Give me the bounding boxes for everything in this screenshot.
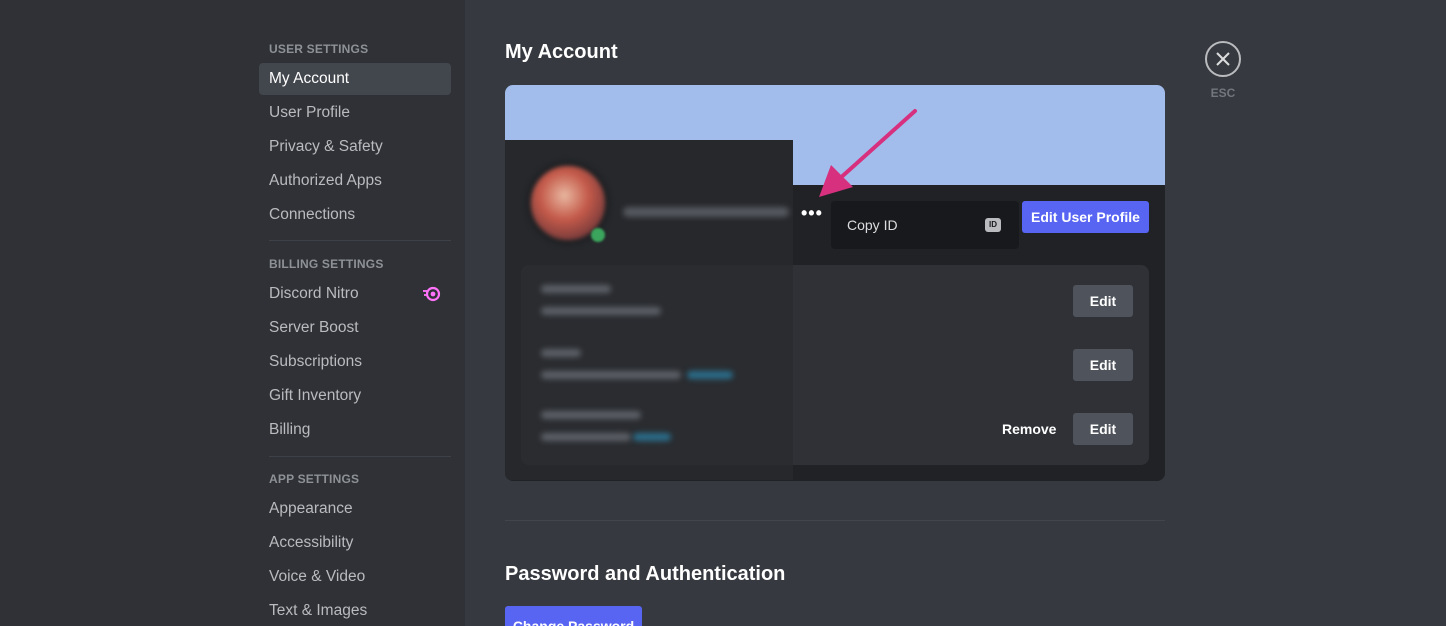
sidebar-item-billing[interactable]: Billing	[259, 414, 451, 446]
page-title: My Account	[505, 41, 618, 63]
sidebar-item-voice-video[interactable]: Voice & Video	[259, 561, 451, 593]
blurred-username	[623, 207, 789, 217]
esc-label: ESC	[1210, 86, 1236, 100]
sidebar-item-privacy-safety[interactable]: Privacy & Safety	[259, 131, 451, 163]
sidebar-item-subscriptions[interactable]: Subscriptions	[259, 346, 451, 378]
remove-phone-button[interactable]: Remove	[1002, 421, 1056, 437]
blurred-text	[541, 307, 661, 315]
sidebar-divider	[269, 456, 451, 457]
blurred-text	[541, 433, 631, 441]
edit-user-profile-button[interactable]: Edit User Profile	[1022, 201, 1149, 233]
close-icon	[1216, 52, 1230, 66]
settings-sidebar: USER SETTINGS My Account User Profile Pr…	[0, 0, 465, 626]
sidebar-item-accessibility[interactable]: Accessibility	[259, 527, 451, 559]
id-icon: ID	[985, 218, 1001, 232]
sidebar-divider	[269, 240, 451, 241]
sidebar-item-server-boost[interactable]: Server Boost	[259, 312, 451, 344]
sidebar-item-connections[interactable]: Connections	[259, 199, 451, 231]
sidebar-item-discord-nitro[interactable]: Discord Nitro	[259, 278, 451, 310]
account-fields-panel: Edit Edit Remove Edit	[521, 265, 1149, 465]
sidebar-item-text-images[interactable]: Text & Images	[259, 595, 451, 626]
edit-username-button[interactable]: Edit	[1073, 285, 1133, 317]
sidebar-item-gift-inventory[interactable]: Gift Inventory	[259, 380, 451, 412]
close-settings: ESC	[1205, 41, 1241, 100]
change-password-button[interactable]: Change Password	[505, 606, 642, 626]
blurred-text	[541, 349, 581, 357]
sidebar-item-appearance[interactable]: Appearance	[259, 493, 451, 525]
edit-phone-button[interactable]: Edit	[1073, 413, 1133, 445]
sidebar-item-user-profile[interactable]: User Profile	[259, 97, 451, 129]
blurred-link	[633, 433, 671, 441]
status-indicator-icon	[591, 228, 605, 242]
edit-email-button[interactable]: Edit	[1073, 349, 1133, 381]
blurred-fields	[521, 265, 793, 465]
section-divider	[505, 520, 1165, 521]
blurred-text	[541, 371, 681, 379]
blurred-text	[541, 285, 611, 293]
password-section-title: Password and Authentication	[505, 563, 786, 585]
copy-id-label: Copy ID	[847, 217, 898, 233]
blurred-text	[541, 411, 641, 419]
nitro-icon	[423, 286, 441, 302]
section-header-user-settings: USER SETTINGS	[269, 42, 369, 56]
section-header-app-settings: APP SETTINGS	[269, 472, 360, 486]
section-header-billing-settings: BILLING SETTINGS	[269, 257, 384, 271]
sidebar-item-label: Discord Nitro	[269, 285, 359, 302]
main-content: My Account ••• Copy ID ID Edit User Prof…	[465, 0, 1446, 626]
copy-id-menu-item[interactable]: Copy ID ID	[839, 209, 1011, 241]
blurred-link	[687, 371, 733, 379]
annotation-arrow-icon	[819, 109, 917, 197]
context-menu: Copy ID ID	[831, 201, 1019, 249]
sidebar-item-my-account[interactable]: My Account	[259, 63, 451, 95]
close-button[interactable]	[1205, 41, 1241, 77]
more-options-icon[interactable]: •••	[801, 204, 823, 222]
sidebar-item-authorized-apps[interactable]: Authorized Apps	[259, 165, 451, 197]
